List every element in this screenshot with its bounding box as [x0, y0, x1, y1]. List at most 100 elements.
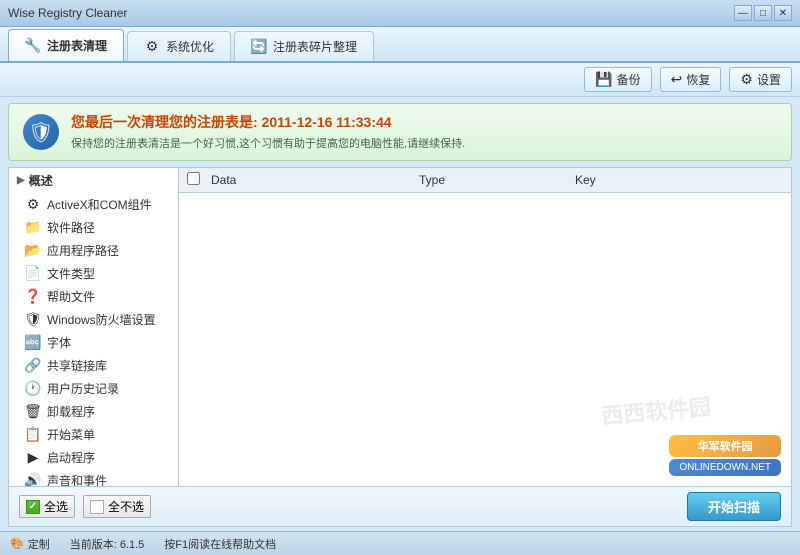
list-item[interactable]: 📁 软件路径 — [9, 216, 178, 239]
backup-button[interactable]: 💾 备份 — [584, 67, 651, 92]
watermark-line1: 西西软件园 — [600, 389, 712, 430]
tab-defrag-label: 注册表碎片整理 — [273, 38, 357, 55]
tab-registry-clean-label: 注册表清理 — [47, 37, 107, 54]
title-bar: Wise Registry Cleaner — □ ✕ — [0, 0, 800, 27]
user-history-icon: 🕐 — [25, 381, 41, 397]
tab-bar: 🔧 注册表清理 ⚙ 系统优化 🔄 注册表碎片整理 — [0, 27, 800, 63]
categories-header: ▶ 概述 — [9, 168, 178, 193]
list-item[interactable]: 🕐 用户历史记录 — [9, 377, 178, 400]
start-menu-icon: 📋 — [25, 427, 41, 443]
list-item[interactable]: 🔊 声音和事件 — [9, 469, 178, 486]
file-type-icon: 📄 — [25, 266, 41, 282]
select-all-tick-icon: ✓ — [26, 500, 40, 514]
key-col-header: Key — [575, 173, 783, 187]
list-item[interactable]: 🗑 卸载程序 — [9, 400, 178, 423]
checkbox-col-header — [187, 172, 211, 188]
shield-icon: 🛡 — [23, 114, 59, 150]
shared-dll-label: 共享链接库 — [47, 357, 107, 374]
table-body: 西西软件园 华军软件园 ONLINEDOWN.NET — [179, 193, 791, 486]
left-panel: ▶ 概述 ⚙ ActiveX和COM组件 📁 软件路径 📂 应用程序路径 📄 文… — [9, 168, 179, 486]
list-item[interactable]: 📋 开始菜单 — [9, 423, 178, 446]
app-path-icon: 📂 — [25, 243, 41, 259]
software-path-label: 软件路径 — [47, 219, 95, 236]
banner-title: 您最后一次清理您的注册表是: 2011-12-16 11:33:44 — [71, 112, 465, 132]
data-col-header: Data — [211, 173, 419, 187]
settings-icon: ⚙ — [740, 71, 753, 88]
close-button[interactable]: ✕ — [774, 5, 792, 21]
toolbar: 💾 备份 ↩ 恢复 ⚙ 设置 — [0, 63, 800, 97]
banner-icon-container: 🛡 — [21, 112, 61, 152]
software-path-icon: 📁 — [25, 220, 41, 236]
firewall-label: Windows防火墙设置 — [47, 311, 156, 328]
version-info: 当前版本: 6.1.5 — [70, 536, 145, 552]
app-title: Wise Registry Cleaner — [8, 6, 734, 20]
registry-clean-icon: 🔧 — [25, 38, 41, 54]
list-item[interactable]: ❓ 帮助文件 — [9, 285, 178, 308]
tab-registry-clean[interactable]: 🔧 注册表清理 — [8, 29, 124, 61]
backup-icon: 💾 — [595, 71, 612, 88]
watermark-logo-line2: 华军软件园 — [669, 435, 781, 457]
banner-content: 您最后一次清理您的注册表是: 2011-12-16 11:33:44 保持您的注… — [71, 112, 465, 151]
settings-button[interactable]: ⚙ 设置 — [729, 67, 792, 92]
uninstall-icon: 🗑 — [25, 404, 41, 420]
bottom-left: ✓ 全选 全不选 — [19, 495, 151, 518]
activex-icon: ⚙ — [25, 197, 41, 213]
user-history-label: 用户历史记录 — [47, 380, 119, 397]
help-file-label: 帮助文件 — [47, 288, 95, 305]
window-controls: — □ ✕ — [734, 5, 792, 21]
restore-icon: ↩ — [671, 71, 683, 88]
restore-label: 恢复 — [686, 71, 710, 88]
watermark: 西西软件园 — [600, 389, 712, 430]
uninstall-label: 卸载程序 — [47, 403, 95, 420]
app-path-label: 应用程序路径 — [47, 242, 119, 259]
customize-button[interactable]: 🎨 定制 — [10, 536, 50, 552]
scan-button-label: 开始扫描 — [708, 500, 760, 515]
list-item[interactable]: 📄 文件类型 — [9, 262, 178, 285]
customize-icon: 🎨 — [10, 537, 24, 550]
firewall-icon: 🛡 — [25, 312, 41, 328]
list-item[interactable]: 🛡 Windows防火墙设置 — [9, 308, 178, 331]
select-all-label: 全选 — [44, 498, 68, 515]
deselect-all-empty-icon — [90, 500, 104, 514]
deselect-all-button[interactable]: 全不选 — [83, 495, 151, 518]
table-header: Data Type Key — [179, 168, 791, 193]
backup-label: 备份 — [617, 71, 641, 88]
customize-label: 定制 — [28, 536, 50, 552]
settings-label: 设置 — [757, 71, 781, 88]
list-item[interactable]: 🔤 字体 — [9, 331, 178, 354]
start-menu-label: 开始菜单 — [47, 426, 95, 443]
font-icon: 🔤 — [25, 335, 41, 351]
info-banner: 🛡 您最后一次清理您的注册表是: 2011-12-16 11:33:44 保持您… — [8, 103, 792, 161]
minimize-button[interactable]: — — [734, 5, 752, 21]
scan-button[interactable]: 开始扫描 — [687, 492, 781, 521]
right-panel: Data Type Key 西西软件园 华军软件园 ONLINEDOWN.NET — [179, 168, 791, 486]
main-content: ▶ 概述 ⚙ ActiveX和COM组件 📁 软件路径 📂 应用程序路径 📄 文… — [8, 167, 792, 487]
banner-subtitle: 保持您的注册表清洁是一个好习惯,这个习惯有助于提高您的电脑性能,请继续保持. — [71, 135, 465, 151]
select-all-button[interactable]: ✓ 全选 — [19, 495, 75, 518]
help-file-icon: ❓ — [25, 289, 41, 305]
header-checkbox[interactable] — [187, 172, 200, 185]
maximize-button[interactable]: □ — [754, 5, 772, 21]
shared-dll-icon: 🔗 — [25, 358, 41, 374]
type-col-header: Type — [419, 173, 575, 187]
tab-system-optimize-label: 系统优化 — [166, 38, 214, 55]
tab-system-optimize[interactable]: ⚙ 系统优化 — [127, 31, 231, 61]
list-item[interactable]: 🔗 共享链接库 — [9, 354, 178, 377]
startup-label: 启动程序 — [47, 449, 95, 466]
restore-button[interactable]: ↩ 恢复 — [660, 67, 722, 92]
list-item[interactable]: ▶ 启动程序 — [9, 446, 178, 469]
watermark-logo: 华军软件园 ONLINEDOWN.NET — [669, 435, 781, 476]
sound-label: 声音和事件 — [47, 472, 107, 486]
tab-defrag[interactable]: 🔄 注册表碎片整理 — [234, 31, 374, 61]
file-type-label: 文件类型 — [47, 265, 95, 282]
activex-label: ActiveX和COM组件 — [47, 196, 152, 213]
startup-icon: ▶ — [25, 450, 41, 466]
list-item[interactable]: ⚙ ActiveX和COM组件 — [9, 193, 178, 216]
system-optimize-icon: ⚙ — [144, 39, 160, 55]
list-item[interactable]: 📂 应用程序路径 — [9, 239, 178, 262]
help-text: 按F1阅读在线帮助文档 — [164, 536, 276, 552]
font-label: 字体 — [47, 334, 71, 351]
defrag-icon: 🔄 — [251, 39, 267, 55]
watermark-logo-line3: ONLINEDOWN.NET — [669, 459, 781, 476]
categories-header-label: 概述 — [29, 172, 53, 189]
